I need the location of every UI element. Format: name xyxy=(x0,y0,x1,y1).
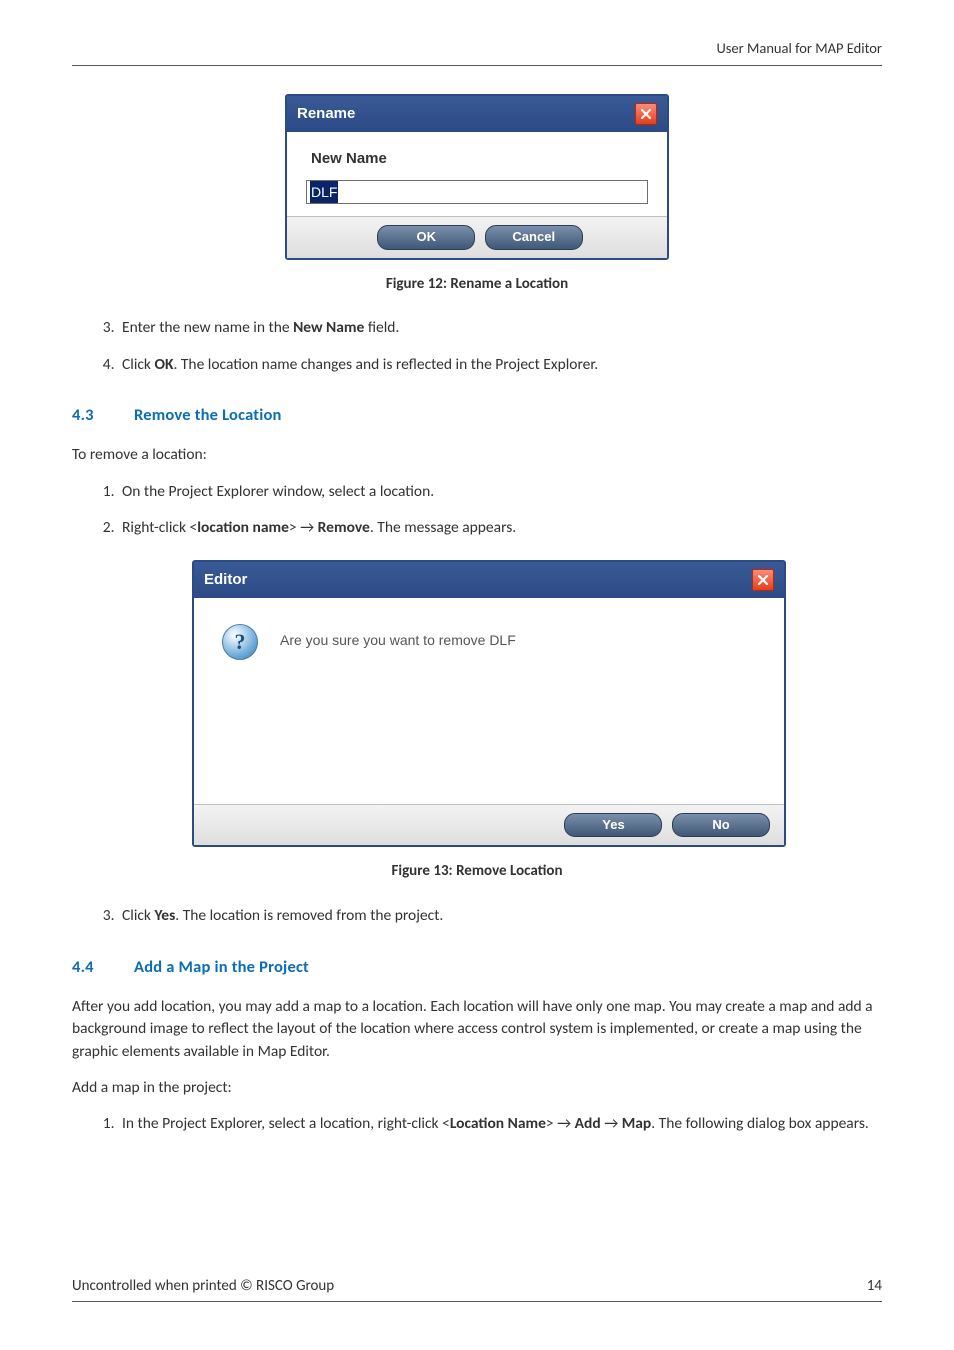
step-list-add-map: In the Project Explorer, select a locati… xyxy=(72,1113,882,1135)
new-name-label: New Name xyxy=(311,148,651,170)
footer-left: Uncontrolled when printed © RISCO Group xyxy=(72,1276,334,1298)
editor-title: Editor xyxy=(204,569,247,591)
page-footer: Uncontrolled when printed © RISCO Group … xyxy=(72,1276,882,1302)
figure-12-caption: Figure 12: Rename a Location xyxy=(72,274,882,296)
list-item: Enter the new name in the New Name field… xyxy=(118,317,882,339)
ok-button[interactable]: OK xyxy=(377,225,475,250)
yes-button[interactable]: Yes xyxy=(564,813,662,838)
section-4-3-intro: To remove a location: xyxy=(72,444,882,466)
section-4-4-body: After you add location, you may add a ma… xyxy=(72,996,882,1063)
step-list-rename-continued: Enter the new name in the New Name field… xyxy=(72,317,882,376)
list-item: On the Project Explorer window, select a… xyxy=(118,481,882,503)
running-header: User Manual for MAP Editor xyxy=(72,38,882,66)
close-icon[interactable] xyxy=(635,103,657,125)
step-list-remove: On the Project Explorer window, select a… xyxy=(72,481,882,540)
step-list-remove-continued: Click Yes. The location is removed from … xyxy=(72,905,882,927)
cancel-button[interactable]: Cancel xyxy=(485,225,583,250)
list-item: In the Project Explorer, select a locati… xyxy=(118,1113,882,1135)
section-4-4-heading: 4.4Add a Map in the Project xyxy=(72,956,882,980)
section-4-3-heading: 4.3Remove the Location xyxy=(72,404,882,428)
footer-page-number: 14 xyxy=(867,1276,882,1298)
new-name-input[interactable]: DLF xyxy=(306,180,648,204)
rename-dialog: Rename New Name DLF OK Cancel xyxy=(285,94,669,260)
question-icon: ? xyxy=(222,624,258,660)
rename-title: Rename xyxy=(297,103,355,125)
editor-message: Are you sure you want to remove DLF xyxy=(280,630,516,650)
close-icon[interactable] xyxy=(752,569,774,591)
figure-13-caption: Figure 13: Remove Location xyxy=(72,861,882,883)
list-item: Click OK. The location name changes and … xyxy=(118,354,882,376)
list-item: Click Yes. The location is removed from … xyxy=(118,905,882,927)
editor-dialog: Editor ? Are you sure you want to remove… xyxy=(192,560,786,848)
editor-titlebar: Editor xyxy=(194,562,784,598)
section-4-4-lead: Add a map in the project: xyxy=(72,1077,882,1099)
rename-titlebar: Rename xyxy=(287,96,667,132)
no-button[interactable]: No xyxy=(672,813,770,838)
list-item: Right-click <location name> → Remove. Th… xyxy=(118,517,882,539)
